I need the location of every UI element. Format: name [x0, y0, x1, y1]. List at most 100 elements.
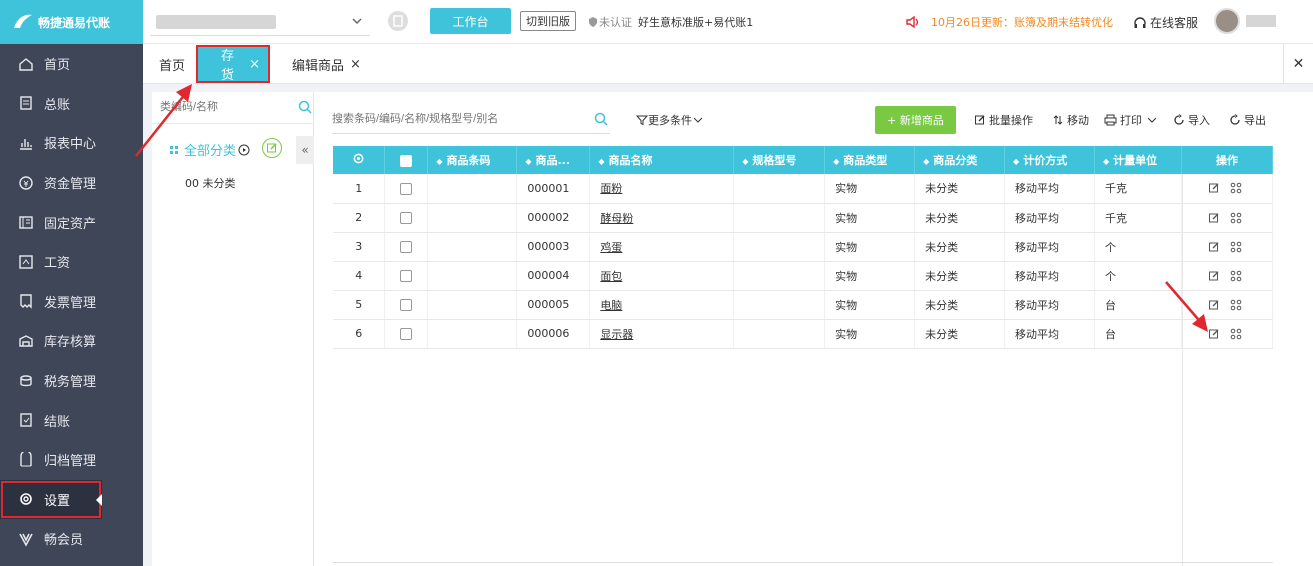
export-button[interactable]: 导出 [1229, 112, 1266, 128]
sidebar-item-home[interactable]: 首页 [0, 44, 143, 84]
cell-spec [733, 319, 826, 349]
chart-icon [18, 135, 34, 151]
sidebar-item-gear[interactable]: 设置 [0, 479, 102, 520]
cell-name: 电脑 [589, 290, 735, 320]
row-select[interactable] [384, 261, 429, 291]
row-select[interactable] [384, 319, 429, 349]
collapse-panel-button[interactable]: « [296, 136, 314, 164]
gear-icon [353, 153, 364, 164]
edit-icon[interactable] [1208, 299, 1220, 311]
close-icon[interactable]: × [249, 57, 260, 72]
select-all-header[interactable] [384, 146, 429, 174]
table-row[interactable]: 2 000002 酵母粉 实物 未分类 移动平均 千克 [333, 203, 1274, 233]
account-selector[interactable] [150, 8, 370, 36]
tab-edit-product[interactable]: 编辑商品 × [292, 44, 361, 84]
more-grid-icon[interactable] [1230, 328, 1242, 340]
sidebar-item-vip[interactable]: 畅会员 [0, 519, 143, 559]
more-grid-icon[interactable] [1230, 299, 1242, 311]
search-icon[interactable] [594, 112, 608, 126]
chevron-down-icon [1147, 117, 1157, 123]
sidebar-item-asset[interactable]: 固定资产 [0, 202, 143, 242]
edit-icon[interactable] [1208, 328, 1220, 340]
more-conditions-button[interactable]: 更多条件 [636, 112, 704, 128]
col-method[interactable]: ◆ 计价方式 [1004, 146, 1095, 174]
print-button[interactable]: 打印 [1104, 112, 1161, 128]
sidebar-item-inventory[interactable]: 库存核算 [0, 321, 143, 361]
batch-operation-button[interactable]: 批量操作 [974, 112, 1033, 128]
add-product-button[interactable]: + 新增商品 [875, 106, 956, 134]
sidebar-item-money[interactable]: 资金管理 [0, 163, 143, 203]
switch-old-version-button[interactable]: 切到旧版 [520, 11, 576, 31]
row-checkbox[interactable] [400, 212, 413, 224]
play-circle-icon[interactable] [238, 144, 250, 156]
table-row[interactable]: 3 000003 鸡蛋 实物 未分类 移动平均个 [333, 232, 1274, 262]
sidebar-item-tax[interactable]: 税务管理 [0, 361, 143, 401]
update-notice[interactable]: 10月26日更新：账簿及期末结转优化 [905, 14, 1113, 30]
table-row[interactable]: 5 000005 电脑 实物 未分类 移动平均台 [333, 290, 1274, 320]
workbench-button[interactable]: 工作台 [430, 8, 511, 34]
tab-inventory[interactable]: 存货 × [196, 45, 270, 83]
row-select[interactable] [384, 203, 429, 233]
col-code[interactable]: ◆ 商品... [516, 146, 591, 174]
row-select[interactable] [384, 174, 429, 204]
table-row[interactable]: 1 000001 面粉 实物 未分类 移动平均 千克 [333, 174, 1274, 204]
product-search-input[interactable] [332, 106, 582, 132]
col-unit[interactable]: ◆ 计量单位 [1094, 146, 1182, 174]
category-all[interactable]: 全部分类 [170, 140, 250, 159]
product-name-link[interactable]: 电脑 [600, 299, 622, 312]
more-grid-icon[interactable] [1230, 270, 1242, 282]
cell-method: 移动平均 [1004, 261, 1095, 291]
edit-icon[interactable] [1208, 182, 1220, 194]
batch-operation-label: 批量操作 [989, 114, 1033, 127]
move-button[interactable]: 移动 [1052, 112, 1089, 128]
import-button[interactable]: 导入 [1173, 112, 1210, 128]
col-name[interactable]: ◆ 商品名称 [589, 146, 735, 174]
sidebar-item-ledger[interactable]: 总账 [0, 84, 143, 124]
product-name-link[interactable]: 面包 [600, 270, 622, 283]
cell-name: 面粉 [589, 174, 735, 204]
calendar-icon[interactable] [387, 10, 409, 32]
sidebar-item-salary[interactable]: 工资 [0, 242, 143, 282]
sidebar-item-invoice[interactable]: 发票管理 [0, 282, 143, 322]
edit-icon[interactable] [1208, 241, 1220, 253]
cell-category: 未分类 [914, 232, 1006, 262]
sidebar-item-closing[interactable]: 结账 [0, 400, 143, 440]
product-name-link[interactable]: 显示器 [600, 328, 633, 341]
col-category[interactable]: ◆ 商品分类 [914, 146, 1006, 174]
product-name-link[interactable]: 酵母粉 [600, 212, 633, 225]
close-all-tabs-button[interactable]: ✕ [1283, 44, 1313, 84]
table-row[interactable]: 4 000004 面包 实物 未分类 移动平均个 [333, 261, 1274, 291]
brand[interactable]: 畅捷通易代账 [0, 0, 143, 44]
col-barcode[interactable]: ◆ 商品条码 [427, 146, 518, 174]
row-checkbox[interactable] [400, 241, 413, 253]
product-name-link[interactable]: 鸡蛋 [600, 241, 622, 254]
close-icon[interactable]: × [350, 57, 361, 72]
product-name-link[interactable]: 面粉 [600, 182, 622, 195]
row-checkbox[interactable] [400, 328, 413, 340]
row-checkbox[interactable] [400, 182, 413, 195]
row-select[interactable] [384, 290, 429, 320]
col-spec[interactable]: ◆ 规格型号 [733, 146, 826, 174]
category-item-uncategorized[interactable]: 00 未分类 [185, 175, 236, 191]
customer-service-button[interactable]: 在线客服 [1133, 14, 1198, 31]
edit-icon[interactable] [1208, 270, 1220, 282]
row-checkbox[interactable] [400, 299, 413, 311]
edit-icon[interactable] [1208, 212, 1220, 224]
more-grid-icon[interactable] [1230, 212, 1242, 224]
tab-home[interactable]: 首页 [159, 44, 185, 84]
shield-icon [589, 17, 597, 27]
table-row[interactable]: 6 000006 显示器 实物 未分类 移动平均台 [333, 319, 1274, 349]
more-grid-icon[interactable] [1230, 182, 1242, 194]
more-grid-icon[interactable] [1230, 241, 1242, 253]
col-type[interactable]: ◆ 商品类型 [824, 146, 916, 174]
user-menu[interactable] [1214, 8, 1276, 34]
category-search-input[interactable] [152, 92, 282, 122]
column-settings-header[interactable] [333, 146, 386, 174]
row-checkbox[interactable] [400, 270, 413, 282]
edit-category-button[interactable] [262, 138, 282, 158]
select-all-checkbox[interactable] [400, 154, 413, 167]
sidebar-item-archive[interactable]: 归档管理 [0, 440, 143, 480]
sidebar-item-chart[interactable]: 报表中心 [0, 123, 143, 163]
search-icon[interactable] [298, 100, 312, 114]
row-select[interactable] [384, 232, 429, 262]
